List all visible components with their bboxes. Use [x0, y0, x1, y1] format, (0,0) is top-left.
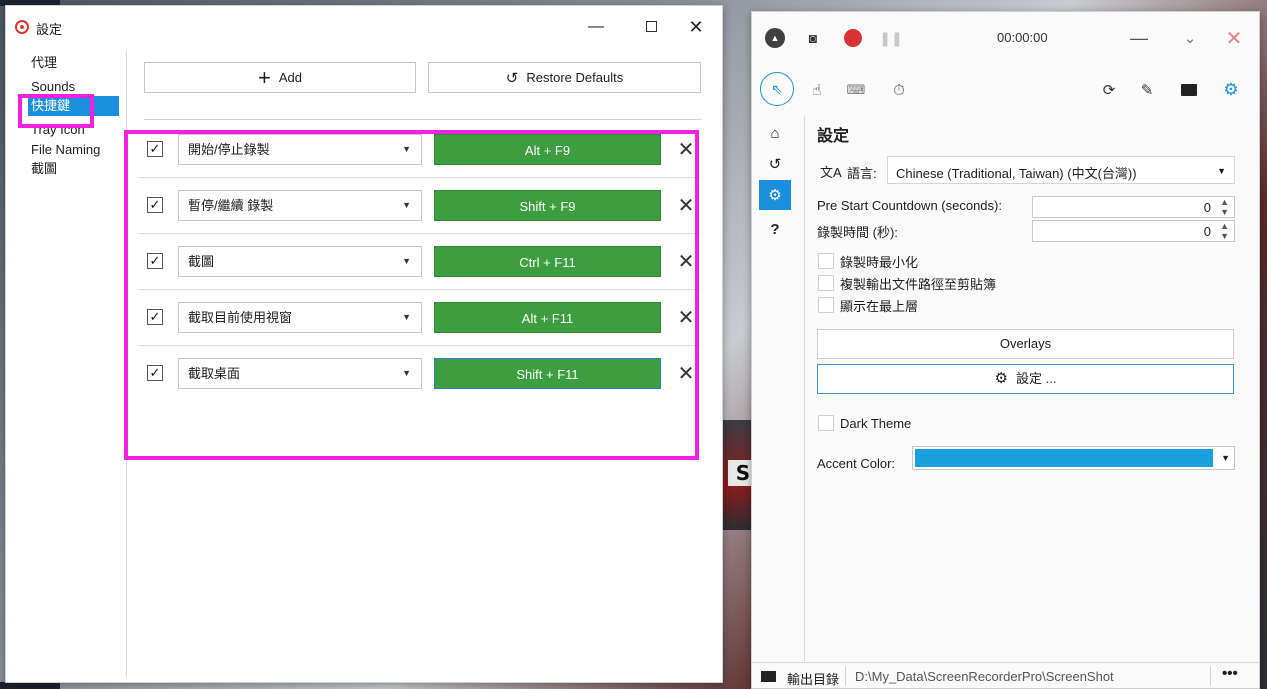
recording-timer: 00:00:00 — [997, 30, 1048, 45]
settings-title-bar: 設定 — ✕ — [6, 6, 722, 46]
checkbox-label: 錄製時最小化 — [840, 254, 919, 270]
home-icon[interactable]: ⌂ — [759, 118, 791, 148]
cursor-icon[interactable]: ⇖ — [760, 72, 794, 106]
recorder-window: ▲ ◙ ❚❚ 00:00:00 — ⌄ ✕ ⇖ ☝ ⌨ ⏱ ⟳ ✎ ⚙ ⌂ ↺ … — [751, 11, 1260, 689]
gear-icon: ⚙ — [994, 370, 1008, 387]
more-options-button[interactable]: ••• — [1222, 665, 1238, 682]
settings-gear-icon[interactable]: ⚙ — [759, 180, 791, 210]
spinner-icon[interactable]: ▲ ▼ — [1220, 221, 1229, 241]
output-folder-bar: 輸出目錄 D:\My_Data\ScreenRecorderPro\Screen… — [752, 662, 1259, 688]
nav-item-screenshot[interactable]: 截圖 — [28, 159, 60, 179]
stopwatch-icon[interactable]: ⏱ — [889, 76, 909, 104]
copy-path-checkbox[interactable]: 複製輸出文件路徑至剪貼簿 — [818, 274, 996, 292]
minimize-on-record-checkbox[interactable]: 錄製時最小化 — [818, 252, 918, 270]
accent-color-picker[interactable]: ▼ — [912, 446, 1235, 470]
language-row: 文A 語言: Chinese (Traditional, Taiwan) (中文… — [817, 156, 1235, 184]
history-icon[interactable]: ↺ — [759, 149, 791, 179]
restore-defaults-button[interactable]: ↺ Restore Defaults — [428, 62, 701, 93]
overlays-button[interactable]: Overlays — [817, 329, 1234, 359]
settings-button-label: 設定 ... — [1016, 371, 1057, 386]
duration-value: 0 — [1203, 224, 1211, 239]
collapse-up-icon[interactable]: ▲ — [765, 28, 785, 48]
minimize-icon[interactable]: — — [1127, 26, 1151, 50]
checkbox-box — [818, 415, 834, 431]
help-icon[interactable]: ? — [759, 214, 791, 244]
always-on-top-checkbox[interactable]: 顯示在最上層 — [818, 296, 918, 314]
app-record-icon — [15, 20, 29, 34]
settings-window: 設定 — ✕ 代理 Sounds 快捷鍵 Tray Icon File Nami… — [5, 5, 723, 683]
language-label: 語言: — [847, 166, 877, 181]
language-value: Chinese (Traditional, Taiwan) (中文(台灣)) — [896, 166, 1137, 181]
checkbox-label: Dark Theme — [840, 415, 912, 431]
checkbox-label: 複製輸出文件路徑至剪貼簿 — [840, 276, 997, 292]
settings-button[interactable]: ⚙ 設定 ... — [817, 364, 1234, 394]
divider — [845, 666, 846, 686]
record-button[interactable] — [844, 29, 862, 47]
nav-highlight-annotation — [18, 94, 94, 128]
pause-icon[interactable]: ❚❚ — [879, 29, 902, 47]
duration-input[interactable]: 0 ▲ ▼ — [1032, 220, 1235, 242]
dark-theme-checkbox[interactable]: Dark Theme — [818, 414, 911, 432]
output-label: 輸出目錄 — [787, 672, 840, 687]
desktop-bottom-fragment — [0, 682, 60, 689]
checkbox-box — [818, 275, 834, 291]
language-select[interactable]: Chinese (Traditional, Taiwan) (中文(台灣)) ▼ — [887, 156, 1235, 184]
restore-icon: ↺ — [505, 69, 519, 87]
accent-color-swatch — [915, 449, 1213, 467]
output-path[interactable]: D:\My_Data\ScreenRecorderPro\ScreenShot — [855, 669, 1114, 684]
brush-icon[interactable]: ✎ — [1137, 76, 1157, 104]
settings-window-title: 設定 — [36, 22, 63, 37]
translate-icon: 文A — [820, 165, 842, 180]
divider — [1210, 666, 1211, 686]
recorder-side-nav: ⌂ ↺ ⚙ ? — [752, 116, 805, 661]
keyboard-icon[interactable]: ⌨ — [844, 76, 868, 104]
section-title: 設定 — [817, 128, 850, 145]
chevron-down-icon: ▼ — [1221, 453, 1230, 463]
refresh-icon[interactable]: ⟳ — [1099, 76, 1119, 104]
checkbox-box — [818, 297, 834, 313]
minimize-button[interactable]: — — [576, 14, 616, 40]
plus-icon: + — [258, 64, 271, 90]
checkbox-box — [818, 253, 834, 269]
toolbar-divider — [144, 119, 701, 120]
close-icon[interactable]: ✕ — [1222, 26, 1246, 50]
recorder-top-bar: ▲ ◙ ❚❚ 00:00:00 — ⌄ ✕ — [752, 12, 1259, 62]
double-chevron-down-icon[interactable]: ⌄ — [1178, 26, 1202, 50]
chevron-down-icon: ▼ — [1217, 166, 1226, 176]
add-hotkey-button[interactable]: + Add — [144, 62, 416, 93]
folder-icon[interactable] — [761, 671, 776, 682]
folder-icon[interactable] — [1177, 76, 1201, 104]
countdown-label: Pre Start Countdown (seconds): — [817, 198, 1002, 213]
restore-label: Restore Defaults — [526, 70, 624, 85]
countdown-input[interactable]: 0 ▲ ▼ — [1032, 196, 1235, 218]
checkbox-label: 顯示在最上層 — [840, 298, 919, 314]
spinner-icon[interactable]: ▲ ▼ — [1220, 197, 1229, 217]
close-button[interactable]: ✕ — [676, 14, 716, 40]
maximize-icon — [645, 21, 657, 33]
nav-item-file-naming[interactable]: File Naming — [28, 140, 103, 160]
camera-icon[interactable]: ◙ — [804, 29, 822, 47]
accent-color-label: Accent Color: — [817, 456, 896, 471]
duration-label: 錄製時間 (秒): — [817, 225, 898, 240]
countdown-value: 0 — [1203, 200, 1211, 215]
hand-icon[interactable]: ☝ — [807, 76, 827, 104]
gear-icon[interactable]: ⚙ — [1220, 76, 1242, 104]
add-label: Add — [278, 70, 302, 85]
maximize-button[interactable] — [631, 14, 671, 40]
hotkeys-highlight-annotation — [124, 130, 699, 460]
nav-item-proxy[interactable]: 代理 — [28, 53, 60, 73]
